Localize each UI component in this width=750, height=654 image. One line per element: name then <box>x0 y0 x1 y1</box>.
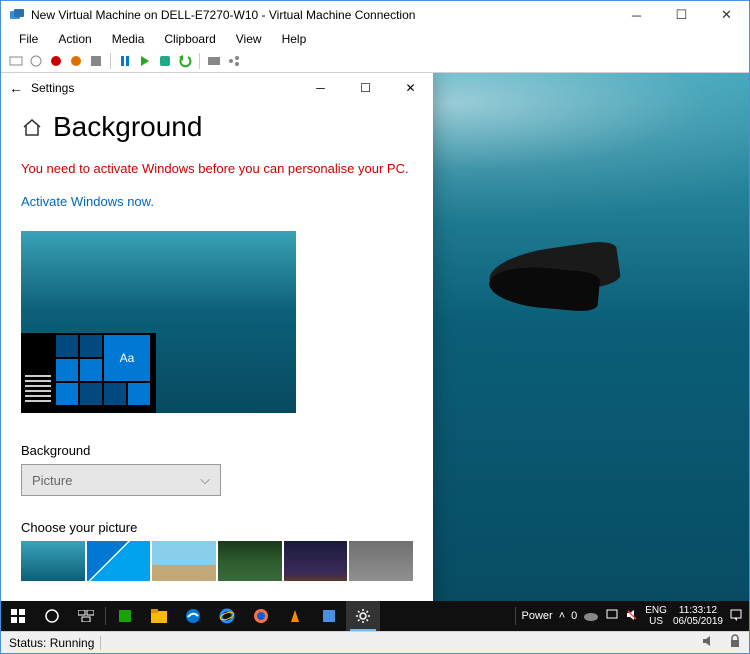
settings-titlebar: ← Settings ─ ☐ ✕ <box>1 73 433 103</box>
settings-close-button[interactable]: ✕ <box>388 73 433 103</box>
tray-power-label: Power <box>522 610 553 622</box>
revert-button[interactable] <box>176 52 194 70</box>
status-lock-icon[interactable] <box>729 634 741 651</box>
background-label: Background <box>21 443 413 458</box>
enhanced-session-button[interactable] <box>205 52 223 70</box>
start-menu-button[interactable] <box>1 601 35 631</box>
menu-view[interactable]: View <box>228 32 270 46</box>
page-title: Background <box>21 111 413 143</box>
picture-thumb[interactable] <box>21 541 85 581</box>
reset-button[interactable] <box>136 52 154 70</box>
settings-body: Background You need to activate Windows … <box>1 103 433 609</box>
outer-toolbar <box>1 49 749 73</box>
maximize-button[interactable]: ☐ <box>659 1 704 29</box>
picture-thumb[interactable] <box>87 541 151 581</box>
save-button[interactable] <box>87 52 105 70</box>
taskbar-app-generic[interactable] <box>312 601 346 631</box>
settings-minimize-button[interactable]: ─ <box>298 73 343 103</box>
menu-clipboard[interactable]: Clipboard <box>156 32 223 46</box>
status-value: Running <box>50 636 95 650</box>
tray-clock[interactable]: 11:33:12 06/05/2019 <box>673 605 723 627</box>
pause-button[interactable] <box>116 52 134 70</box>
turnoff-button[interactable] <box>47 52 65 70</box>
picture-thumbnails <box>21 541 413 581</box>
menu-help[interactable]: Help <box>274 32 315 46</box>
start-button[interactable] <box>27 52 45 70</box>
minimize-button[interactable]: ─ <box>614 1 659 29</box>
status-speaker-icon[interactable] <box>701 634 715 651</box>
taskbar-app-firefox[interactable] <box>244 601 278 631</box>
picture-thumb[interactable] <box>218 541 282 581</box>
activate-link[interactable]: Activate Windows now. <box>21 194 413 209</box>
preview-start-menu: Aa <box>21 333 156 413</box>
chevron-down-icon: ⌵ <box>200 472 210 488</box>
background-preview: Aa <box>21 231 296 413</box>
taskbar-app-settings[interactable] <box>346 601 380 631</box>
preview-sample-tile: Aa <box>104 335 150 381</box>
menu-action[interactable]: Action <box>50 32 99 46</box>
picture-thumb[interactable] <box>284 541 348 581</box>
picture-thumb[interactable] <box>349 541 413 581</box>
tray-notifications-icon[interactable] <box>729 608 743 625</box>
cortana-button[interactable] <box>35 601 69 631</box>
outer-title: New Virtual Machine on DELL-E7270-W10 - … <box>31 8 614 22</box>
status-label: Status: <box>9 636 46 650</box>
app-icon <box>9 7 25 23</box>
activation-warning: You need to activate Windows before you … <box>21 161 413 176</box>
taskbar-app-vlc[interactable] <box>278 601 312 631</box>
checkpoint-button[interactable] <box>156 52 174 70</box>
settings-maximize-button[interactable]: ☐ <box>343 73 388 103</box>
shutdown-button[interactable] <box>67 52 85 70</box>
home-icon[interactable] <box>21 116 43 138</box>
back-button[interactable]: ← <box>1 80 31 96</box>
task-view-button[interactable] <box>69 601 103 631</box>
tray-power-value: 0 <box>571 610 577 622</box>
ctrl-alt-del-button[interactable] <box>7 52 25 70</box>
background-dropdown[interactable]: Picture ⌵ <box>21 464 221 496</box>
tray-language[interactable]: ENG US <box>645 605 667 627</box>
taskbar-app-edge[interactable] <box>176 601 210 631</box>
taskbar-app-libreoffice[interactable] <box>108 601 142 631</box>
settings-header-label: Settings <box>31 81 298 95</box>
settings-window: ← Settings ─ ☐ ✕ Background You need to … <box>1 73 433 609</box>
outer-statusbar: Status: Running <box>1 631 749 653</box>
hyperv-window: New Virtual Machine on DELL-E7270-W10 - … <box>0 0 750 654</box>
outer-titlebar: New Virtual Machine on DELL-E7270-W10 - … <box>1 1 749 29</box>
picture-thumb[interactable] <box>152 541 216 581</box>
choose-picture-label: Choose your picture <box>21 520 413 535</box>
vm-taskbar: Power ˄ 0 ENG US 11:33:12 06/05/2019 <box>1 601 749 631</box>
tray-chevron-up-icon[interactable]: ˄ <box>559 610 565 622</box>
tray-onedrive-icon[interactable] <box>583 609 599 624</box>
menu-file[interactable]: File <box>11 32 46 46</box>
taskbar-app-explorer[interactable] <box>142 601 176 631</box>
outer-menubar: File Action Media Clipboard View Help <box>1 29 749 49</box>
taskbar-app-ie[interactable] <box>210 601 244 631</box>
close-button[interactable]: ✕ <box>704 1 749 29</box>
share-button[interactable] <box>225 52 243 70</box>
vm-desktop: ← Settings ─ ☐ ✕ Background You need to … <box>1 73 749 631</box>
wallpaper-flipper <box>487 263 600 312</box>
menu-media[interactable]: Media <box>104 32 153 46</box>
tray-volume-icon[interactable] <box>625 608 639 625</box>
tray-network-icon[interactable] <box>605 608 619 625</box>
